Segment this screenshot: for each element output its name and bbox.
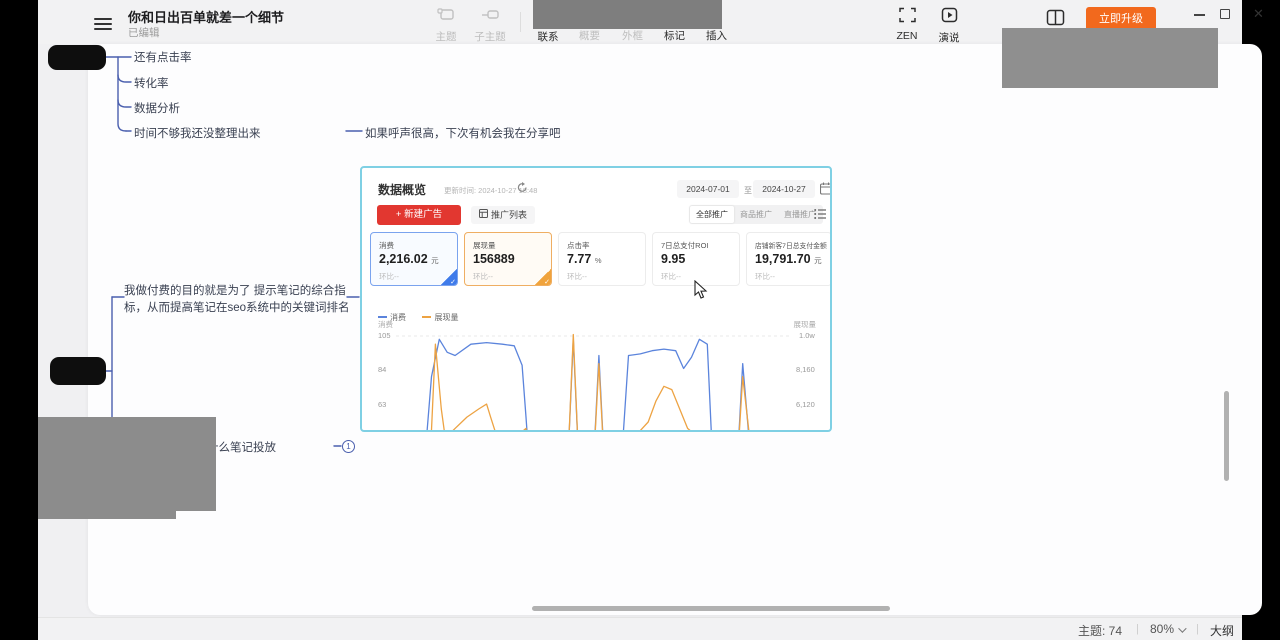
metric-card-impressions[interactable]: 展现量 156889 环比--: [464, 232, 552, 286]
toolbar-topic-button[interactable]: 主题: [426, 8, 466, 44]
metric-value: 7.77 %: [567, 252, 602, 266]
subtopic-icon: [481, 8, 499, 22]
left-axis-title: 消费: [378, 319, 393, 330]
vertical-scrollbar[interactable]: [1224, 391, 1229, 481]
node-note-launch[interactable]: 什么笔记投放: [207, 439, 276, 455]
promo-list-button[interactable]: 推广列表: [471, 206, 535, 224]
document-title: 你和日出百单就差一个细节: [128, 7, 284, 26]
metric-card-click-rate[interactable]: 点击率 7.77 % 环比--: [558, 232, 646, 286]
metric-card-consumption[interactable]: 消费 2,216.02 元 环比--: [370, 232, 458, 286]
horizontal-scrollbar[interactable]: [532, 606, 890, 611]
right-tick-1: 1.0w: [799, 331, 815, 340]
date-start-input[interactable]: 2024-07-01: [677, 180, 739, 198]
dashboard-title: 数据概览: [378, 181, 426, 198]
left-tick-2: 84: [378, 365, 386, 374]
zen-mode-button[interactable]: ZEN: [890, 7, 924, 42]
window-close-button[interactable]: ✕: [1253, 7, 1264, 20]
promotion-tabs: 全部推广 商品推广 直播推广: [689, 205, 823, 224]
status-divider: |: [1136, 623, 1139, 635]
toolbar-subtopic-button[interactable]: 子主题: [468, 8, 512, 44]
metric-compare: 环比--: [755, 271, 775, 282]
new-ad-button[interactable]: + 新建广告: [377, 205, 461, 225]
metric-compare: 环比--: [567, 271, 587, 282]
redaction-box-bottom-left: [38, 417, 216, 511]
promo-list-icon: [479, 209, 488, 218]
collapsed-children-badge[interactable]: 1: [342, 440, 355, 453]
metric-value: 156889: [473, 252, 515, 266]
redaction-box-toolbar: [533, 0, 722, 29]
metric-label: 店铺新客7日总支付金额: [755, 240, 827, 250]
edit-status: 已编辑: [128, 25, 160, 40]
present-icon: [941, 7, 958, 23]
redacted-topic-node-2[interactable]: [50, 357, 106, 385]
node-conversion-rate[interactable]: 转化率: [134, 75, 169, 91]
tab-product-promotion[interactable]: 商品推广: [734, 206, 778, 223]
right-axis-title: 展现量: [794, 319, 817, 330]
refresh-icon[interactable]: [517, 182, 528, 193]
date-end-input[interactable]: 2024-10-27: [753, 180, 815, 198]
toolbar-subtopic-label: 子主题: [468, 29, 512, 44]
legend-impressions[interactable]: 展现量: [422, 312, 458, 323]
toolbar-insert-label[interactable]: 插入: [706, 28, 727, 43]
outline-button[interactable]: 大纲: [1210, 622, 1234, 639]
metric-value: 2,216.02 元: [379, 252, 439, 266]
tab-all-promotion[interactable]: 全部推广: [690, 206, 734, 223]
node-click-rate[interactable]: 还有点击率: [134, 49, 192, 65]
node-not-organized[interactable]: 时间不够我还没整理出来: [134, 125, 261, 141]
metric-value: 19,791.70 元: [755, 252, 822, 266]
toolbar-divider: [520, 12, 521, 32]
zen-icon: [899, 7, 916, 23]
selected-check-icon: [441, 269, 457, 285]
window-maximize-button[interactable]: [1220, 9, 1230, 19]
toolbar-topic-label: 主题: [426, 29, 466, 44]
metric-label: 点击率: [567, 240, 590, 251]
metric-label: 7日总支付ROI: [661, 240, 709, 251]
calendar-icon[interactable]: [820, 182, 832, 195]
zen-label: ZEN: [890, 30, 924, 42]
metric-list-icon[interactable]: [814, 208, 826, 220]
window-minimize-button[interactable]: [1194, 14, 1205, 16]
node-paid-purpose[interactable]: 我做付费的目的就是为了 提示笔记的综合指标，从而提高笔记在seo系统中的关键词排…: [124, 283, 360, 318]
metric-value: 9.95: [661, 252, 685, 266]
metric-compare: 环比--: [473, 271, 493, 282]
toolbar-marker-label[interactable]: 标记: [664, 28, 685, 43]
dashboard-chart-svg: [396, 328, 790, 432]
metric-compare: 环比--: [661, 271, 681, 282]
right-tick-3: 6,120: [796, 400, 815, 409]
topic-count: 主题: 74: [1078, 622, 1122, 639]
legend-line-icon: [422, 316, 431, 318]
toolbar-summary-label[interactable]: 概要: [579, 28, 600, 43]
toolbar-relation-label: 联系: [530, 29, 566, 44]
metric-label: 展现量: [473, 240, 496, 251]
status-divider2: |: [1196, 623, 1199, 635]
redacted-topic-node-1[interactable]: [48, 45, 106, 70]
toolbar-frame-label[interactable]: 外框: [622, 28, 643, 43]
mouse-cursor: [694, 280, 708, 300]
legend-line-icon: [378, 316, 387, 318]
metric-compare: 环比--: [379, 271, 399, 282]
right-tick-2: 8,160: [796, 365, 815, 374]
present-label: 演说: [932, 30, 966, 45]
embedded-dashboard-image[interactable]: 数据概览 更新时间: 2024-10-27 18:48 2024-07-01 至…: [360, 166, 832, 432]
node-data-analysis[interactable]: 数据分析: [134, 100, 180, 116]
zoom-control[interactable]: 80%: [1150, 622, 1184, 636]
topic-icon: [437, 8, 455, 22]
redaction-box-top-right: [1002, 28, 1218, 88]
metric-label: 消费: [379, 240, 394, 251]
left-tick-3: 63: [378, 400, 386, 409]
date-separator: 至: [744, 185, 752, 196]
selected-check-icon: [535, 269, 551, 285]
metric-card-roi[interactable]: 7日总支付ROI 9.95 环比--: [652, 232, 740, 286]
chevron-down-icon: [1178, 624, 1186, 632]
menu-icon[interactable]: [94, 15, 112, 33]
left-tick-1: 105: [378, 331, 391, 340]
metric-card-new-customer-pay[interactable]: 店铺新客7日总支付金额 19,791.70 元 环比--: [746, 232, 832, 286]
redaction-box-bottom-left-tail: [38, 511, 176, 519]
node-share-later[interactable]: 如果呼声很高，下次有机会我在分享吧: [365, 125, 561, 141]
status-bar: 主题: 74 | 80% | 大纲: [38, 617, 1242, 640]
present-button[interactable]: 演说: [932, 7, 966, 45]
panel-toggle-icon[interactable]: [1046, 9, 1065, 26]
